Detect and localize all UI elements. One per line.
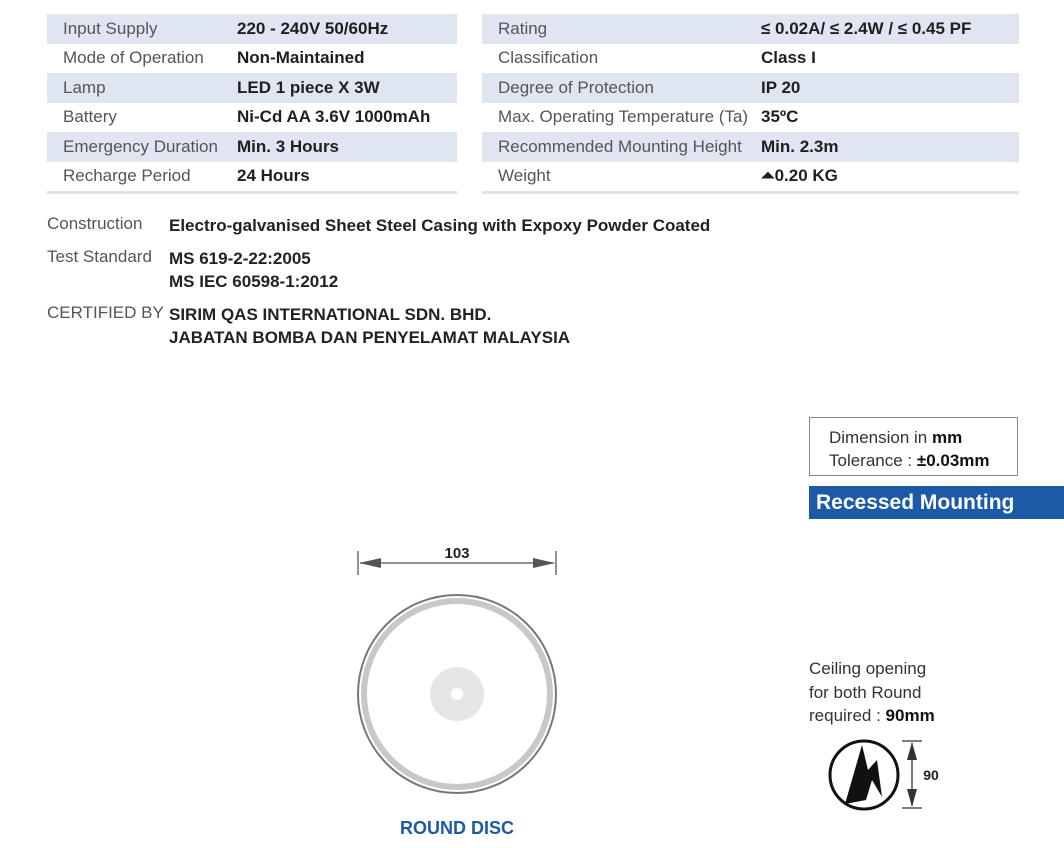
ceiling-hole-icon: [828, 739, 900, 811]
drawing-layer: 103 90: [357, 545, 939, 811]
width-dimension: 103: [357, 545, 557, 575]
hole-dimension-label: 90: [923, 767, 939, 783]
width-dimension-label: 103: [444, 545, 469, 562]
round-disc-drawing: [357, 594, 557, 794]
round-disc-title: ROUND DISC: [399, 818, 514, 838]
hole-dimension: 90: [902, 740, 939, 809]
